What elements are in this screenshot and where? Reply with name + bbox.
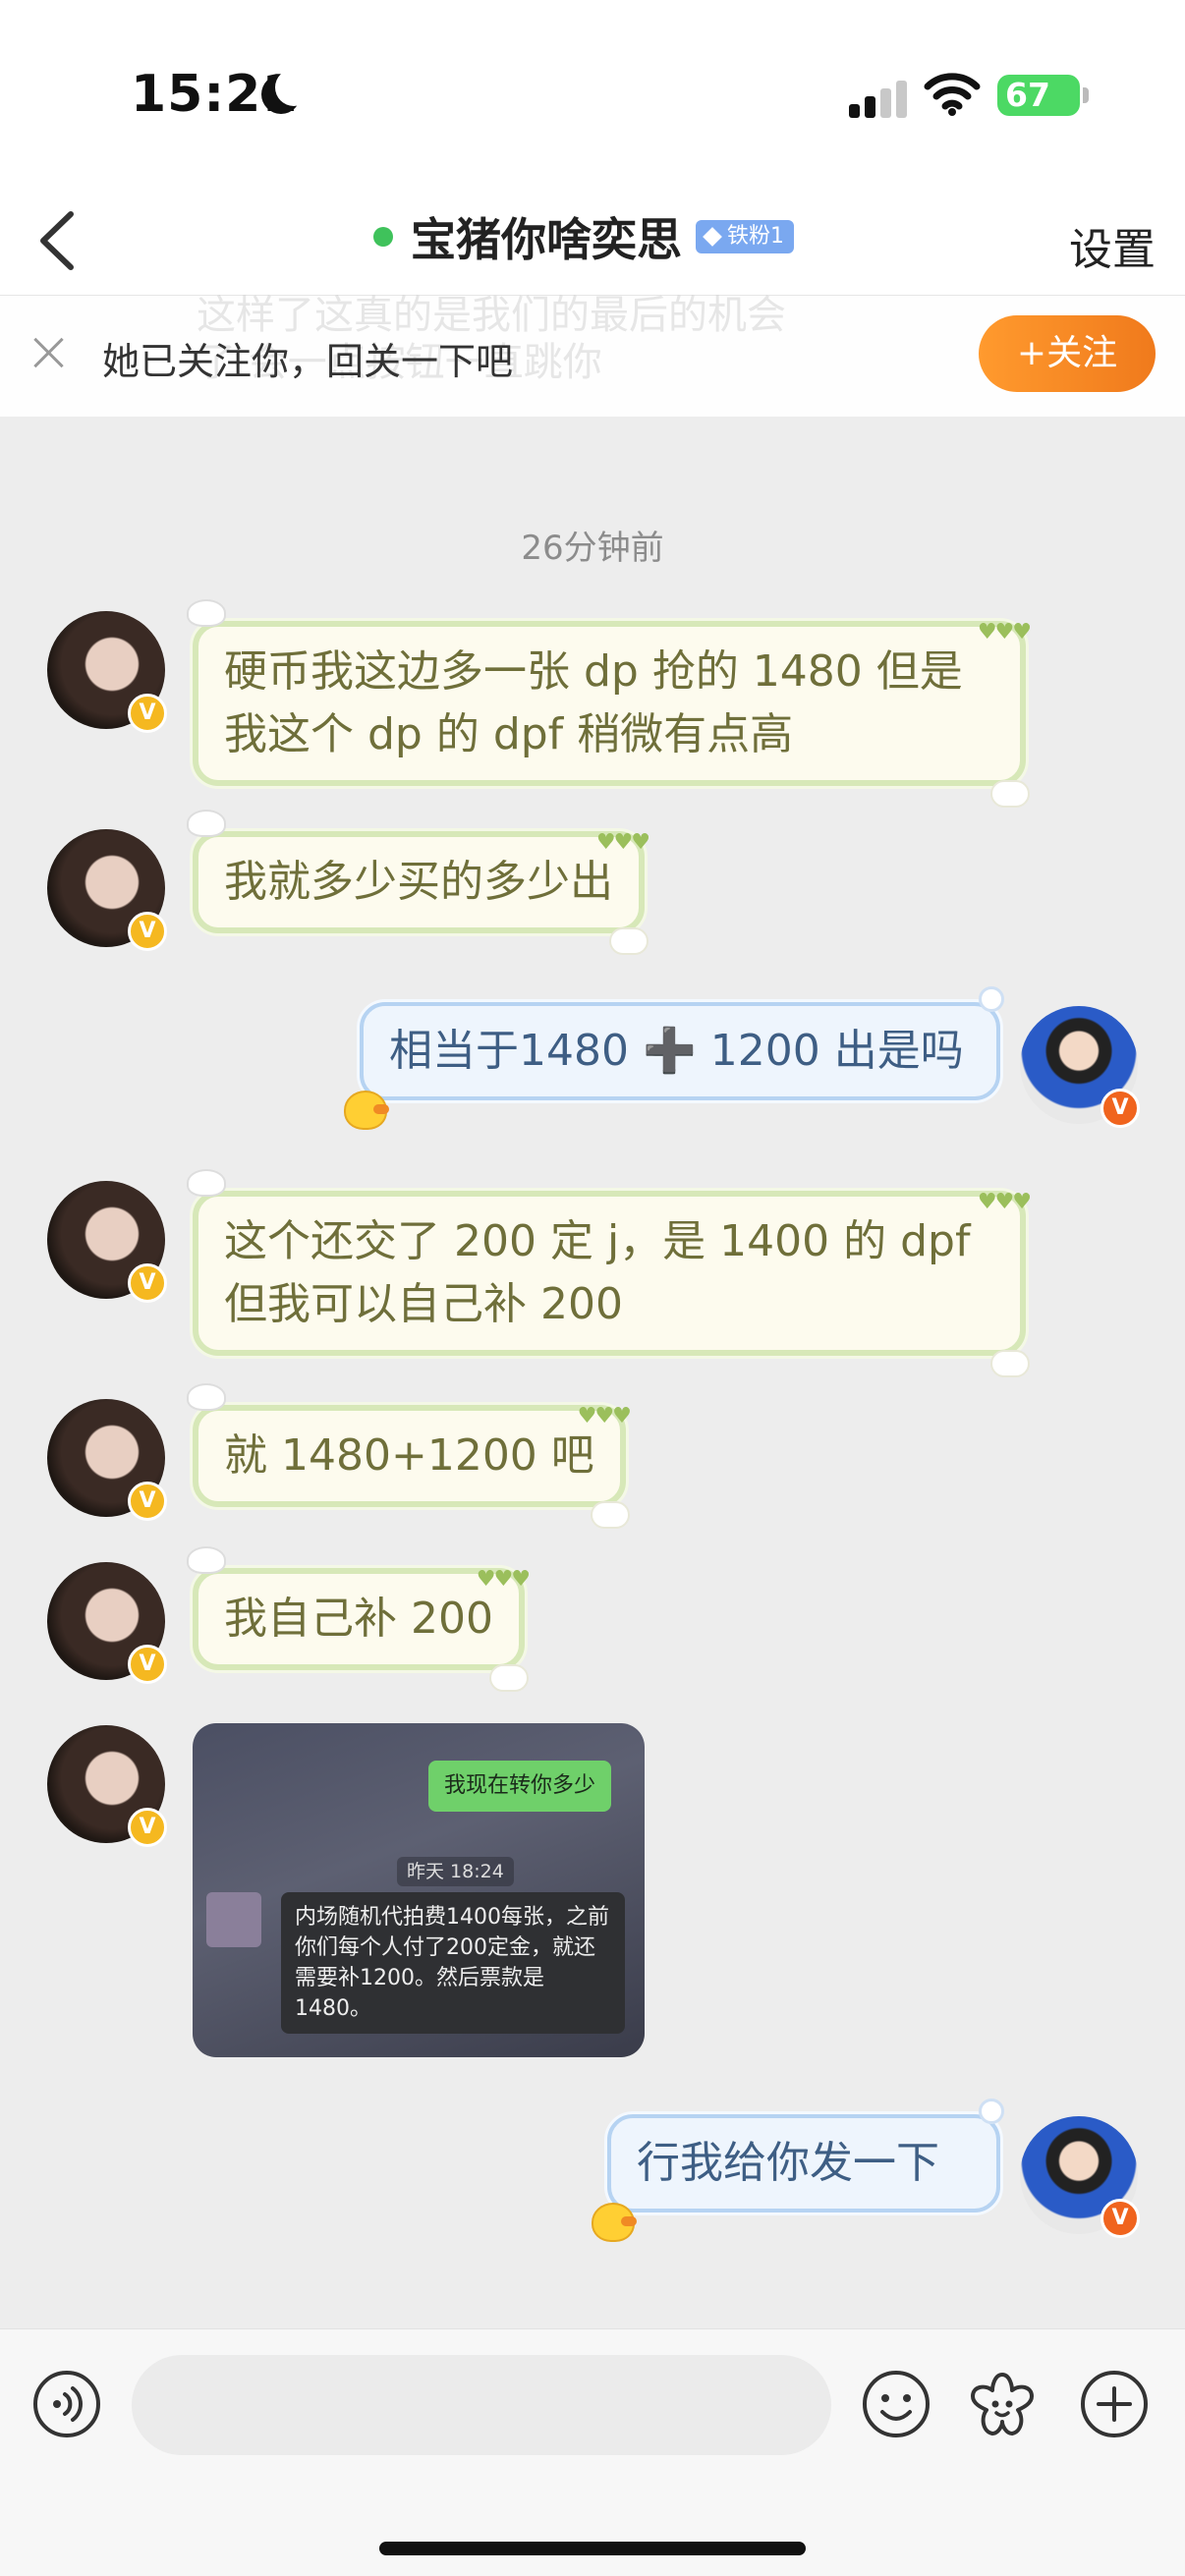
- follow-back-button[interactable]: +关注: [979, 315, 1156, 392]
- duck-decoration-icon: [344, 1091, 389, 1130]
- plus-circle-icon[interactable]: [1079, 2369, 1150, 2439]
- cloud-decoration-icon: [590, 1501, 630, 1529]
- time-divider: 26分钟前: [521, 529, 664, 568]
- message-line: 我自己补 200: [224, 1594, 493, 1644]
- my-avatar[interactable]: V: [1020, 1006, 1140, 1128]
- verified-badge-icon: V: [128, 694, 167, 733]
- verified-badge-icon: V: [1100, 2199, 1140, 2238]
- message-line: 这个还交了 200 定 j，是 1400 的 dpf: [224, 1216, 971, 1266]
- contact-avatar[interactable]: V: [47, 611, 167, 733]
- image-dark-bubble: 内场随机代拍费1400每张，之前你们每个人付了200定金，就还需要补1200。然…: [281, 1892, 625, 2034]
- emoji-icon[interactable]: [861, 2369, 931, 2439]
- battery-cap: [1083, 87, 1089, 103]
- chat-title-group[interactable]: 宝猪你啥奕思 铁粉1: [373, 202, 794, 271]
- cat-decoration-icon: [187, 599, 226, 627]
- cloud-decoration-icon: [488, 1664, 529, 1692]
- bubble-decoration-icon: [979, 986, 1004, 1012]
- message-bubble-incoming[interactable]: ♥♥♥ 我自己补 200: [187, 1546, 531, 1692]
- cloud-decoration-icon: [609, 927, 649, 955]
- hearts-decoration-icon: ♥♥♥: [595, 830, 650, 855]
- fan-badge-label: 铁粉1: [727, 224, 784, 249]
- nav-bar: 宝猪你啥奕思 铁粉1 设置: [0, 187, 1185, 295]
- message-bubble-incoming[interactable]: ♥♥♥ 我就多少买的多少出: [187, 810, 650, 955]
- battery-level: 67: [1005, 76, 1050, 114]
- online-status-dot: [373, 227, 393, 247]
- verified-badge-icon: V: [128, 1645, 167, 1684]
- message-bubble-outgoing[interactable]: 行我给你发一下: [592, 2099, 1004, 2242]
- contact-avatar[interactable]: V: [47, 1562, 167, 1684]
- follow-banner: 这样了这真的是我们的最后的机会 了 会一点按钮一直跳你 她已关注你，回关一下吧 …: [0, 293, 1185, 417]
- message-line: 我这个 dp 的 dpf 稍微有点高: [224, 709, 794, 759]
- verified-badge-icon: V: [128, 912, 167, 951]
- diamond-icon: [703, 227, 722, 247]
- cat-decoration-icon: [187, 810, 226, 837]
- verified-badge-icon: V: [128, 1808, 167, 1847]
- hearts-decoration-icon: ♥♥♥: [577, 1404, 632, 1428]
- battery-indicator: 67: [997, 75, 1080, 116]
- image-timestamp: 昨天 18:24: [397, 1857, 514, 1886]
- contact-avatar[interactable]: V: [47, 829, 167, 951]
- flower-icon[interactable]: [967, 2369, 1038, 2439]
- message-bubble-incoming[interactable]: ♥♥♥ 这个还交了 200 定 j，是 1400 的 dpf 但我可以自己补 2…: [187, 1169, 1032, 1377]
- cat-decoration-icon: [187, 1546, 226, 1574]
- chat-title: 宝猪你啥奕思: [411, 213, 682, 266]
- verified-badge-icon: V: [128, 1482, 167, 1521]
- duck-decoration-icon: [592, 2203, 637, 2242]
- contact-avatar[interactable]: V: [47, 1399, 167, 1521]
- voice-icon[interactable]: [31, 2369, 102, 2439]
- image-green-bubble: 我现在转你多少: [428, 1761, 612, 1812]
- cat-decoration-icon: [187, 1169, 226, 1197]
- cat-decoration-icon: [187, 1383, 226, 1411]
- moon-icon: [261, 69, 312, 114]
- message-line: 行我给你发一下: [637, 2138, 939, 2188]
- signal-icon: [849, 79, 908, 118]
- message-line: 我就多少买的多少出: [224, 857, 613, 907]
- home-indicator: [379, 2542, 806, 2555]
- bubble-decoration-icon: [979, 2099, 1004, 2124]
- verified-badge-icon: V: [1100, 1089, 1140, 1128]
- back-icon[interactable]: [28, 196, 96, 285]
- hearts-decoration-icon: ♥♥♥: [476, 1567, 531, 1592]
- image-avatar: [206, 1892, 261, 1947]
- message-bubble-incoming[interactable]: ♥♥♥ 硬币我这边多一张 dp 抢的 1480 但是 我这个 dp 的 dpf …: [187, 599, 1032, 808]
- wifi-icon: [924, 73, 981, 116]
- input-bar: [0, 2328, 1185, 2576]
- verified-badge-icon: V: [128, 1263, 167, 1303]
- close-icon[interactable]: [29, 333, 69, 372]
- cloud-decoration-icon: [990, 1350, 1030, 1377]
- message-bubble-outgoing[interactable]: 相当于1480 ➕ 1200 出是吗: [344, 986, 1004, 1130]
- message-line: 硬币我这边多一张 dp 抢的 1480 但是: [224, 646, 963, 697]
- settings-button[interactable]: 设置: [1069, 214, 1156, 277]
- message-line: 就 1480+1200 吧: [224, 1430, 594, 1481]
- message-bubble-incoming[interactable]: ♥♥♥ 就 1480+1200 吧: [187, 1383, 632, 1529]
- fan-level-badge: 铁粉1: [696, 220, 794, 253]
- follow-banner-text: 她已关注你，回关一下吧: [102, 340, 514, 383]
- hearts-decoration-icon: ♥♥♥: [977, 620, 1032, 644]
- message-input[interactable]: [132, 2355, 831, 2455]
- message-line: 但我可以自己补 200: [224, 1279, 623, 1329]
- image-message[interactable]: 我现在转你多少 昨天 18:24 内场随机代拍费1400每张，之前你们每个人付了…: [193, 1723, 645, 2057]
- cloud-decoration-icon: [990, 780, 1030, 808]
- contact-avatar[interactable]: V: [47, 1181, 167, 1303]
- message-line: 相当于1480 ➕ 1200 出是吗: [389, 1026, 964, 1076]
- contact-avatar[interactable]: V: [47, 1725, 167, 1847]
- status-bar: 15:21 67: [0, 0, 1185, 187]
- my-avatar[interactable]: V: [1020, 2116, 1140, 2238]
- hearts-decoration-icon: ♥♥♥: [977, 1190, 1032, 1214]
